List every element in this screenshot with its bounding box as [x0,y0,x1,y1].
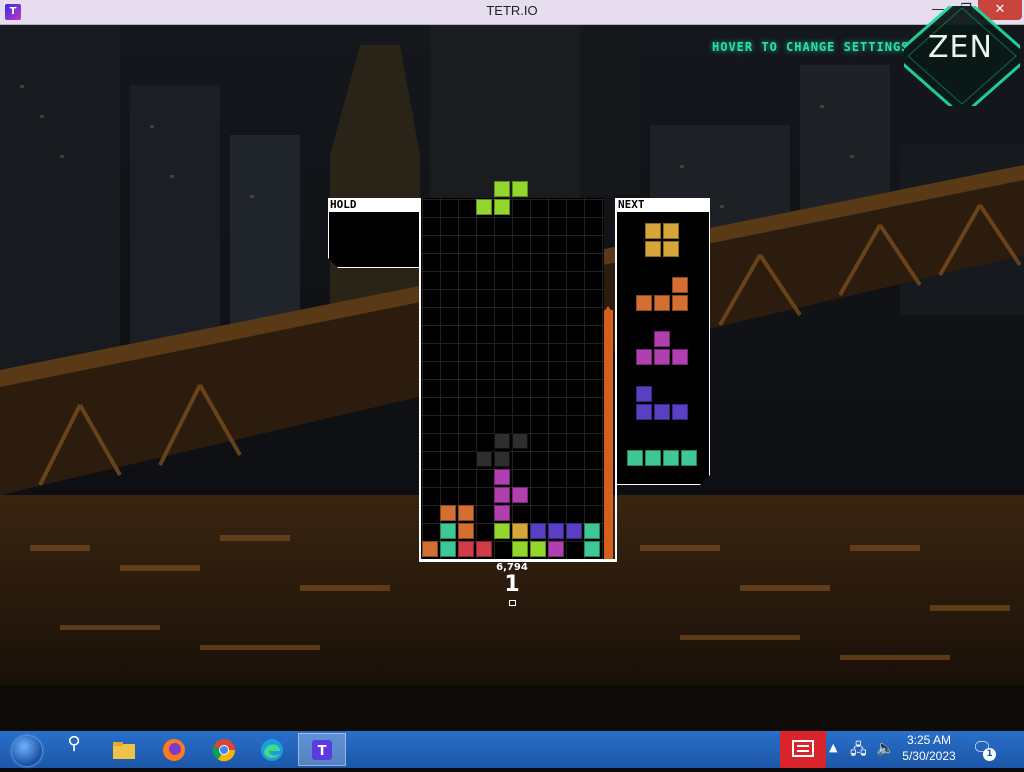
stack-mino [494,505,510,521]
next-o-mino [663,223,679,239]
show-hidden-icons-chevron-icon[interactable]: ▲ [829,741,837,754]
clock-time[interactable]: 3:25 AM [895,733,963,747]
notification-count-badge: 1 [983,748,996,761]
next-i-mino [681,450,697,466]
stack-mino [440,541,456,557]
active-piece-mino [476,199,492,215]
next-o-mino [663,241,679,257]
stack-mino [458,523,474,539]
chrome-icon[interactable] [202,733,246,766]
edge-icon[interactable] [250,733,294,766]
next-t-mino [672,349,688,365]
firefox-icon[interactable] [152,733,196,766]
svg-text:T: T [318,744,327,759]
mode-label: ZEN [928,30,993,65]
window-title: TETR.IO [486,3,538,18]
stack-mino [530,541,546,557]
ghost-piece-mino [494,433,510,449]
hold-box [328,212,420,268]
stack-mino [494,523,510,539]
next-i-mino [645,450,661,466]
stack-mino [512,523,528,539]
next-j-mino [672,404,688,420]
next-l-mino [654,295,670,311]
stack-mino [458,541,474,557]
tetrio-taskbar-icon[interactable]: T [298,733,346,766]
next-j-mino [636,386,652,402]
next-l-mino [672,295,688,311]
next-t-mino [636,349,652,365]
next-t-mino [654,331,670,347]
stack-mino [440,523,456,539]
file-explorer-icon[interactable] [102,733,146,766]
next-i-mino [663,450,679,466]
start-button[interactable] [2,733,50,766]
next-l-mino [672,277,688,293]
notification-app-icon[interactable] [780,731,826,768]
next-t-mino [654,349,670,365]
network-icon[interactable]: 🖧 [850,739,867,764]
stat-indicator [509,600,516,606]
lines-cleared-value: 1 [504,572,520,597]
stack-mino [440,505,456,521]
search-icon[interactable]: ⚲ [52,733,96,766]
next-label: NEXT [616,198,710,212]
next-o-mino [645,223,661,239]
hover-settings-hint[interactable]: HOVER TO CHANGE SETTINGS [712,40,909,54]
stack-mino [422,541,438,557]
ghost-piece-mino [476,451,492,467]
stack-mino [476,541,492,557]
stack-mino [494,469,510,485]
active-piece-mino [494,181,510,197]
next-j-mino [654,404,670,420]
window-title-bar: T TETR.IO — ❐ ✕ [0,0,1024,25]
stack-mino [530,523,546,539]
clock-date[interactable]: 5/30/2023 [895,749,963,763]
stack-mino [566,523,582,539]
stack-mino [512,487,528,503]
stack-mino [548,541,564,557]
next-o-mino [645,241,661,257]
ghost-piece-mino [494,451,510,467]
windows-logo-icon [12,736,42,766]
next-l-mino [636,295,652,311]
stack-mino [548,523,564,539]
stack-mino [458,505,474,521]
active-piece-mino [494,199,510,215]
ghost-piece-mino [512,433,528,449]
active-piece-mino [512,181,528,197]
hold-label: HOLD [328,198,421,212]
volume-muted-icon[interactable]: 🔈 [876,739,895,757]
stack-mino [512,541,528,557]
next-j-mino [636,404,652,420]
windows-taskbar: ⚲ T ▲ 🖧 🔈 3:25 AM 5/30/2023 🗨 1 [0,731,1024,768]
next-i-mino [627,450,643,466]
stack-mino [584,541,600,557]
stack-mino [494,487,510,503]
garbage-meter [604,310,613,559]
stack-mino [584,523,600,539]
